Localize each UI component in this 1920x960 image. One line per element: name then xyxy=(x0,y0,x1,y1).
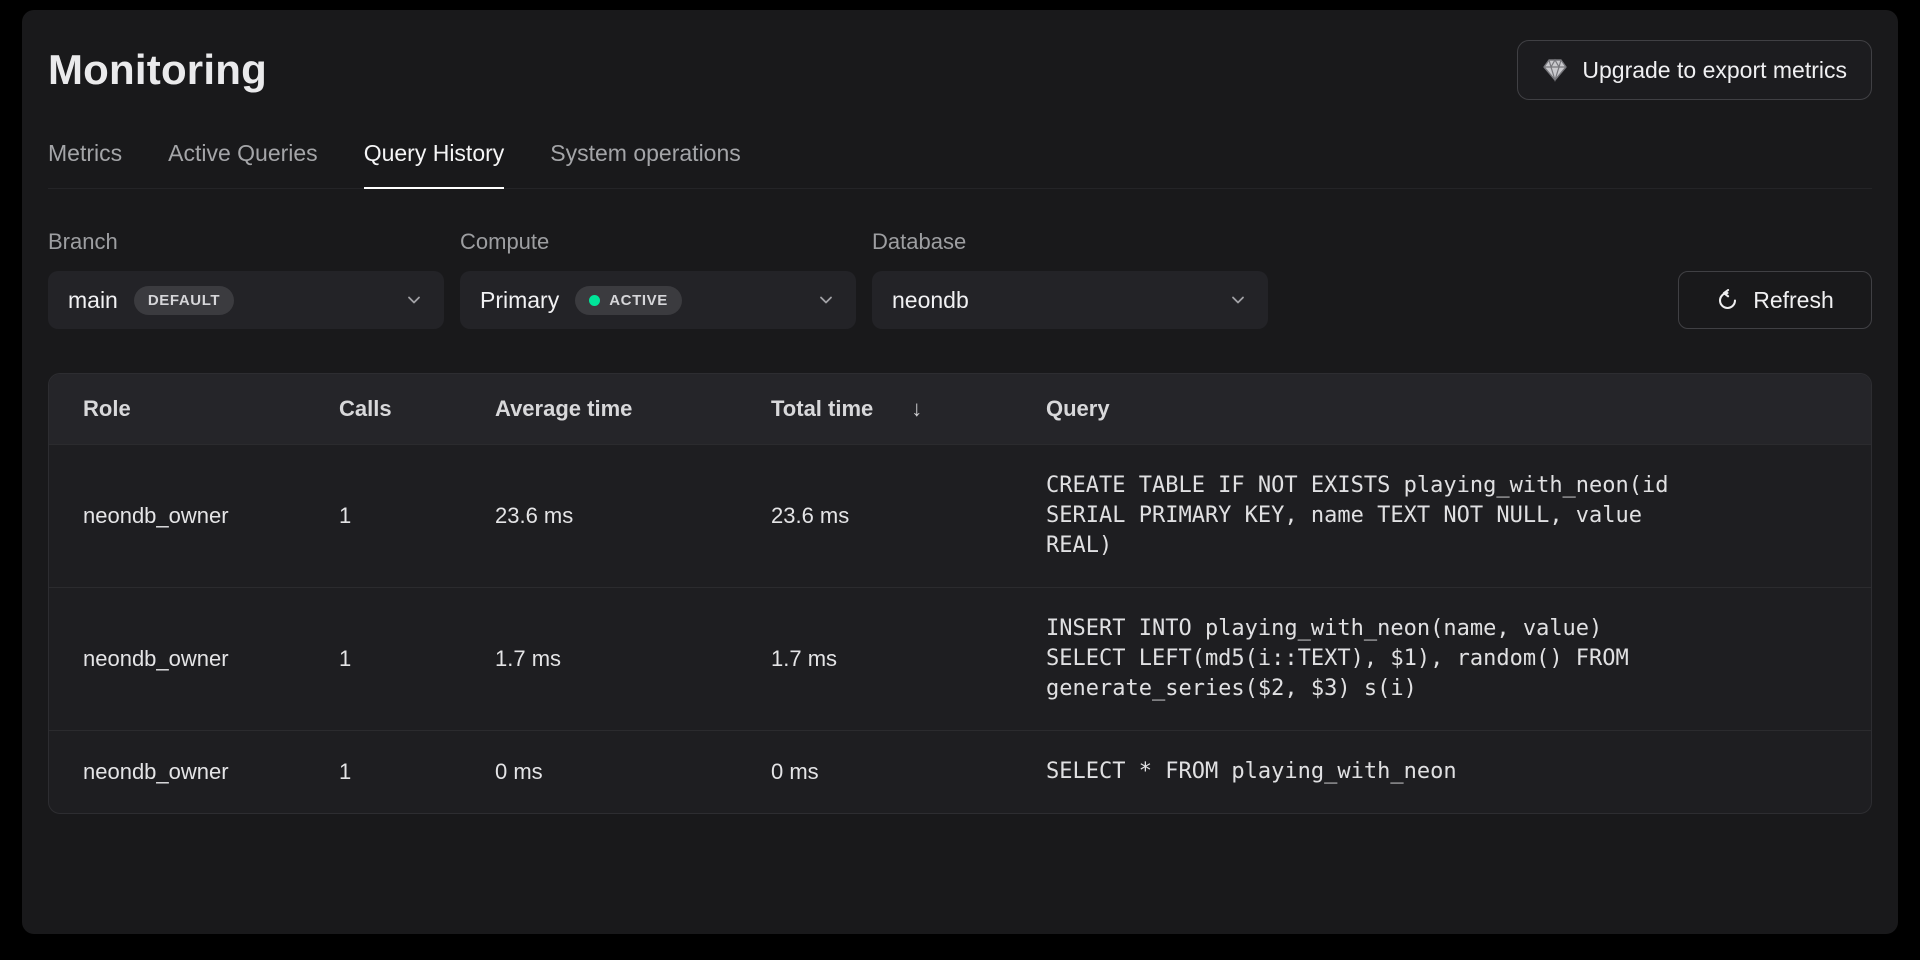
calls-cell: 1 xyxy=(339,503,495,529)
branch-label: Branch xyxy=(48,229,444,255)
compute-filter: Compute Primary ACTIVE xyxy=(460,229,856,329)
gem-icon xyxy=(1542,58,1568,82)
average-time-cell: 1.7 ms xyxy=(495,646,771,672)
average-time-cell: 0 ms xyxy=(495,759,771,785)
total-time-cell: 23.6 ms xyxy=(771,503,1046,529)
refresh-button-label: Refresh xyxy=(1753,287,1834,314)
query-cell: INSERT INTO playing_with_neon(name, valu… xyxy=(1046,614,1686,704)
tab-system-operations[interactable]: System operations xyxy=(550,140,740,189)
total-time-header-label: Total time xyxy=(771,396,873,422)
upgrade-to-export-metrics-button[interactable]: Upgrade to export metrics xyxy=(1517,40,1872,100)
average-time-header-label: Average time xyxy=(495,396,632,422)
upgrade-button-label: Upgrade to export metrics xyxy=(1582,57,1847,84)
page-header: Monitoring Upgrade to export metrics xyxy=(48,40,1872,100)
branch-filter: Branch main DEFAULT xyxy=(48,229,444,329)
column-header-calls[interactable]: Calls xyxy=(339,396,495,422)
database-label: Database xyxy=(872,229,1268,255)
table-header-row: Role Calls Average time Total time ↓ Que… xyxy=(49,374,1871,444)
query-cell: CREATE TABLE IF NOT EXISTS playing_with_… xyxy=(1046,471,1686,561)
chevron-down-icon xyxy=(816,290,836,310)
tab-query-history[interactable]: Query History xyxy=(364,140,505,189)
compute-select[interactable]: Primary ACTIVE xyxy=(460,271,856,329)
filter-bar: Branch main DEFAULT Compute Primary ACTI… xyxy=(48,229,1872,329)
compute-label: Compute xyxy=(460,229,856,255)
column-header-average-time[interactable]: Average time xyxy=(495,396,771,422)
refresh-button[interactable]: Refresh xyxy=(1678,271,1872,329)
calls-header-label: Calls xyxy=(339,396,392,422)
refresh-icon xyxy=(1716,289,1739,312)
tab-bar: Metrics Active Queries Query History Sys… xyxy=(48,140,1872,189)
table-row: neondb_owner 1 0 ms 0 ms SELECT * FROM p… xyxy=(49,730,1871,813)
role-cell: neondb_owner xyxy=(83,759,339,785)
query-history-table: Role Calls Average time Total time ↓ Que… xyxy=(48,373,1872,814)
monitoring-panel: Monitoring Upgrade to export metrics Met… xyxy=(22,10,1898,934)
calls-cell: 1 xyxy=(339,759,495,785)
branch-select[interactable]: main DEFAULT xyxy=(48,271,444,329)
chevron-down-icon xyxy=(1228,290,1248,310)
active-status-dot xyxy=(589,295,600,306)
database-filter: Database neondb xyxy=(872,229,1268,329)
page-title: Monitoring xyxy=(48,46,267,94)
branch-value: main xyxy=(68,287,118,314)
database-value: neondb xyxy=(892,287,969,314)
calls-cell: 1 xyxy=(339,646,495,672)
table-row: neondb_owner 1 1.7 ms 1.7 ms INSERT INTO… xyxy=(49,587,1871,730)
default-badge: DEFAULT xyxy=(134,286,234,315)
column-header-query[interactable]: Query xyxy=(1046,396,1841,422)
database-select[interactable]: neondb xyxy=(872,271,1268,329)
active-badge-label: ACTIVE xyxy=(609,292,668,309)
role-cell: neondb_owner xyxy=(83,503,339,529)
tab-active-queries[interactable]: Active Queries xyxy=(168,140,318,189)
tab-metrics[interactable]: Metrics xyxy=(48,140,122,189)
query-header-label: Query xyxy=(1046,396,1110,422)
chevron-down-icon xyxy=(404,290,424,310)
total-time-cell: 1.7 ms xyxy=(771,646,1046,672)
average-time-cell: 23.6 ms xyxy=(495,503,771,529)
column-header-role[interactable]: Role xyxy=(83,396,339,422)
query-cell: SELECT * FROM playing_with_neon xyxy=(1046,757,1686,787)
role-cell: neondb_owner xyxy=(83,646,339,672)
column-header-total-time[interactable]: Total time ↓ xyxy=(771,396,1046,422)
role-header-label: Role xyxy=(83,396,131,422)
sort-desc-icon[interactable]: ↓ xyxy=(911,396,922,422)
total-time-cell: 0 ms xyxy=(771,759,1046,785)
table-row: neondb_owner 1 23.6 ms 23.6 ms CREATE TA… xyxy=(49,444,1871,587)
active-badge: ACTIVE xyxy=(575,286,682,315)
compute-value: Primary xyxy=(480,287,559,314)
